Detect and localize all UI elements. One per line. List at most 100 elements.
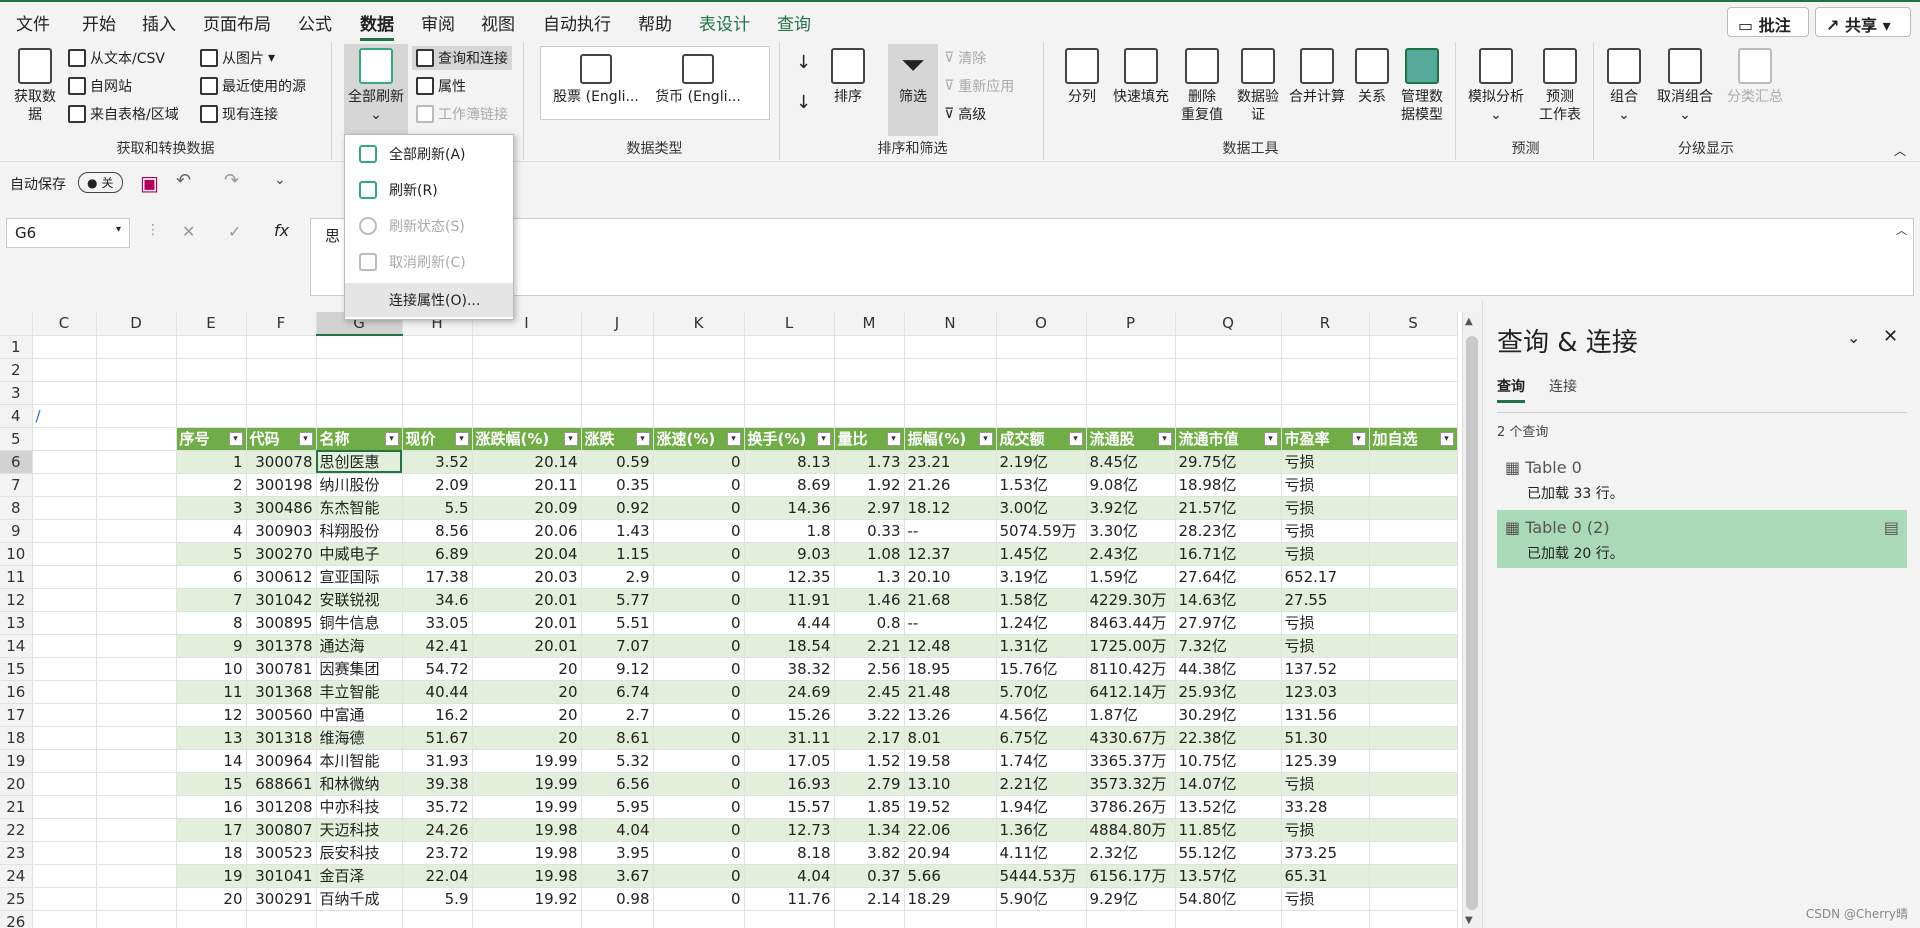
table-cell[interactable]	[1369, 680, 1458, 704]
cell[interactable]	[1369, 910, 1458, 928]
column-header[interactable]: R	[1281, 312, 1370, 336]
cell[interactable]	[176, 335, 247, 359]
table-cell[interactable]: 14.63亿	[1175, 588, 1282, 612]
relationships-button[interactable]: 关系	[1350, 48, 1394, 106]
table-cell[interactable]: 14.07亿	[1175, 772, 1282, 796]
cell[interactable]	[96, 680, 177, 704]
queries-connections-button[interactable]: 查询和连接	[412, 46, 512, 70]
table-cell[interactable]: 19.99	[472, 772, 582, 796]
table-cell[interactable]: 东杰智能	[316, 496, 403, 520]
row-header[interactable]: 26	[0, 910, 33, 928]
table-cell[interactable]: 5.77	[581, 588, 654, 612]
cell[interactable]	[96, 795, 177, 819]
active-cell[interactable]: 思创医惠	[316, 450, 403, 474]
column-header[interactable]: N	[904, 312, 997, 336]
cell[interactable]	[472, 358, 582, 382]
filter-dropdown-icon[interactable]: ▾	[635, 432, 650, 446]
tab-file[interactable]: 文件	[16, 10, 50, 35]
table-cell[interactable]: 17.38	[402, 565, 473, 589]
data-validation-button[interactable]: 数据验 证	[1232, 48, 1284, 124]
table-cell[interactable]: 0	[653, 795, 745, 819]
properties-button[interactable]: 属性	[416, 76, 466, 96]
table-cell[interactable]: 21.26	[904, 473, 997, 497]
table-cell[interactable]: 1.24亿	[996, 611, 1087, 635]
refresh-all-button[interactable]: 全部刷新 ⌄	[344, 44, 408, 136]
row-header[interactable]: 7	[0, 473, 33, 497]
table-cell[interactable]: 5	[176, 542, 247, 566]
table-cell[interactable]: 本川智能	[316, 749, 403, 773]
table-cell[interactable]: 25.93亿	[1175, 680, 1282, 704]
menu-refresh[interactable]: 刷新(R)	[345, 173, 513, 207]
table-cell[interactable]: 300807	[246, 818, 317, 842]
comment-button[interactable]: ▭ 批注	[1727, 7, 1809, 37]
cell[interactable]	[32, 634, 97, 658]
table-cell[interactable]: 亏损	[1281, 542, 1370, 566]
table-cell[interactable]: 300964	[246, 749, 317, 773]
menu-cancel-refresh[interactable]: 取消刷新(C)	[345, 245, 513, 279]
cell[interactable]	[904, 910, 997, 928]
table-cell[interactable]: 23.72	[402, 841, 473, 865]
table-cell[interactable]: 4.11亿	[996, 841, 1087, 865]
table-cell[interactable]	[1369, 887, 1458, 911]
cell[interactable]	[316, 335, 403, 359]
table-cell[interactable]: 20	[472, 703, 582, 727]
row-header[interactable]: 15	[0, 657, 33, 681]
table-cell[interactable]: 宣亚国际	[316, 565, 403, 589]
table-cell[interactable]: 1.73	[834, 450, 905, 474]
table-cell[interactable]: 42.41	[402, 634, 473, 658]
cell[interactable]: /	[32, 404, 97, 428]
table-cell[interactable]: 1.87亿	[1086, 703, 1176, 727]
table-cell[interactable]: 20.03	[472, 565, 582, 589]
column-header[interactable]: F	[246, 312, 317, 336]
table-cell[interactable]: 13	[176, 726, 247, 750]
cell[interactable]	[96, 726, 177, 750]
table-header-cell[interactable]: ▾ 成交额	[996, 427, 1087, 451]
table-cell[interactable]: 4.44	[744, 611, 835, 635]
table-cell[interactable]: 丰立智能	[316, 680, 403, 704]
table-cell[interactable]	[1369, 565, 1458, 589]
table-cell[interactable]: 27.97亿	[1175, 611, 1282, 635]
table-cell[interactable]: 22.04	[402, 864, 473, 888]
table-cell[interactable]: 19.58	[904, 749, 997, 773]
table-cell[interactable]: 8.69	[744, 473, 835, 497]
table-cell[interactable]: 5.51	[581, 611, 654, 635]
table-cell[interactable]: 14	[176, 749, 247, 773]
table-cell[interactable]: 1.92	[834, 473, 905, 497]
table-cell[interactable]: 7.07	[581, 634, 654, 658]
sort-desc-button[interactable]: ↓	[796, 92, 811, 113]
table-cell[interactable]: 18.98亿	[1175, 473, 1282, 497]
table-cell[interactable]: 3365.37万	[1086, 749, 1176, 773]
table-cell[interactable]: 3.00亿	[996, 496, 1087, 520]
close-icon[interactable]: ✕	[1883, 326, 1898, 347]
table-cell[interactable]: 亏损	[1281, 611, 1370, 635]
table-cell[interactable]: 1.74亿	[996, 749, 1087, 773]
column-header[interactable]: D	[96, 312, 177, 336]
table-cell[interactable]: 123.03	[1281, 680, 1370, 704]
tab-table-design[interactable]: 表设计	[699, 10, 750, 35]
cell[interactable]	[96, 841, 177, 865]
ungroup-button[interactable]: 取消组合 ⌄	[1650, 48, 1720, 124]
column-header[interactable]: Q	[1175, 312, 1282, 336]
table-cell[interactable]: 2.32亿	[1086, 841, 1176, 865]
cell[interactable]	[32, 588, 97, 612]
table-cell[interactable]	[1369, 519, 1458, 543]
share-button[interactable]: ↗ 共享 ▾	[1815, 7, 1911, 37]
table-cell[interactable]: 24.69	[744, 680, 835, 704]
table-cell[interactable]: 安联锐视	[316, 588, 403, 612]
vertical-scrollbar[interactable]: ▲ ▼	[1462, 312, 1480, 928]
table-cell[interactable]: 18.95	[904, 657, 997, 681]
row-header[interactable]: 5	[0, 427, 33, 451]
cell[interactable]	[581, 404, 654, 428]
table-cell[interactable]: 0.92	[581, 496, 654, 520]
table-cell[interactable]: 5444.53万	[996, 864, 1087, 888]
table-cell[interactable]: 18.29	[904, 887, 997, 911]
cell[interactable]	[996, 381, 1087, 405]
table-cell[interactable]: 0	[653, 749, 745, 773]
undo-icon[interactable]: ↶	[176, 170, 191, 191]
row-header[interactable]: 20	[0, 772, 33, 796]
row-header[interactable]: 9	[0, 519, 33, 543]
consolidate-button[interactable]: 合并计算	[1284, 48, 1350, 106]
table-cell[interactable]: 2	[176, 473, 247, 497]
cell[interactable]	[32, 657, 97, 681]
name-box[interactable]: G6 ▾	[6, 218, 130, 248]
